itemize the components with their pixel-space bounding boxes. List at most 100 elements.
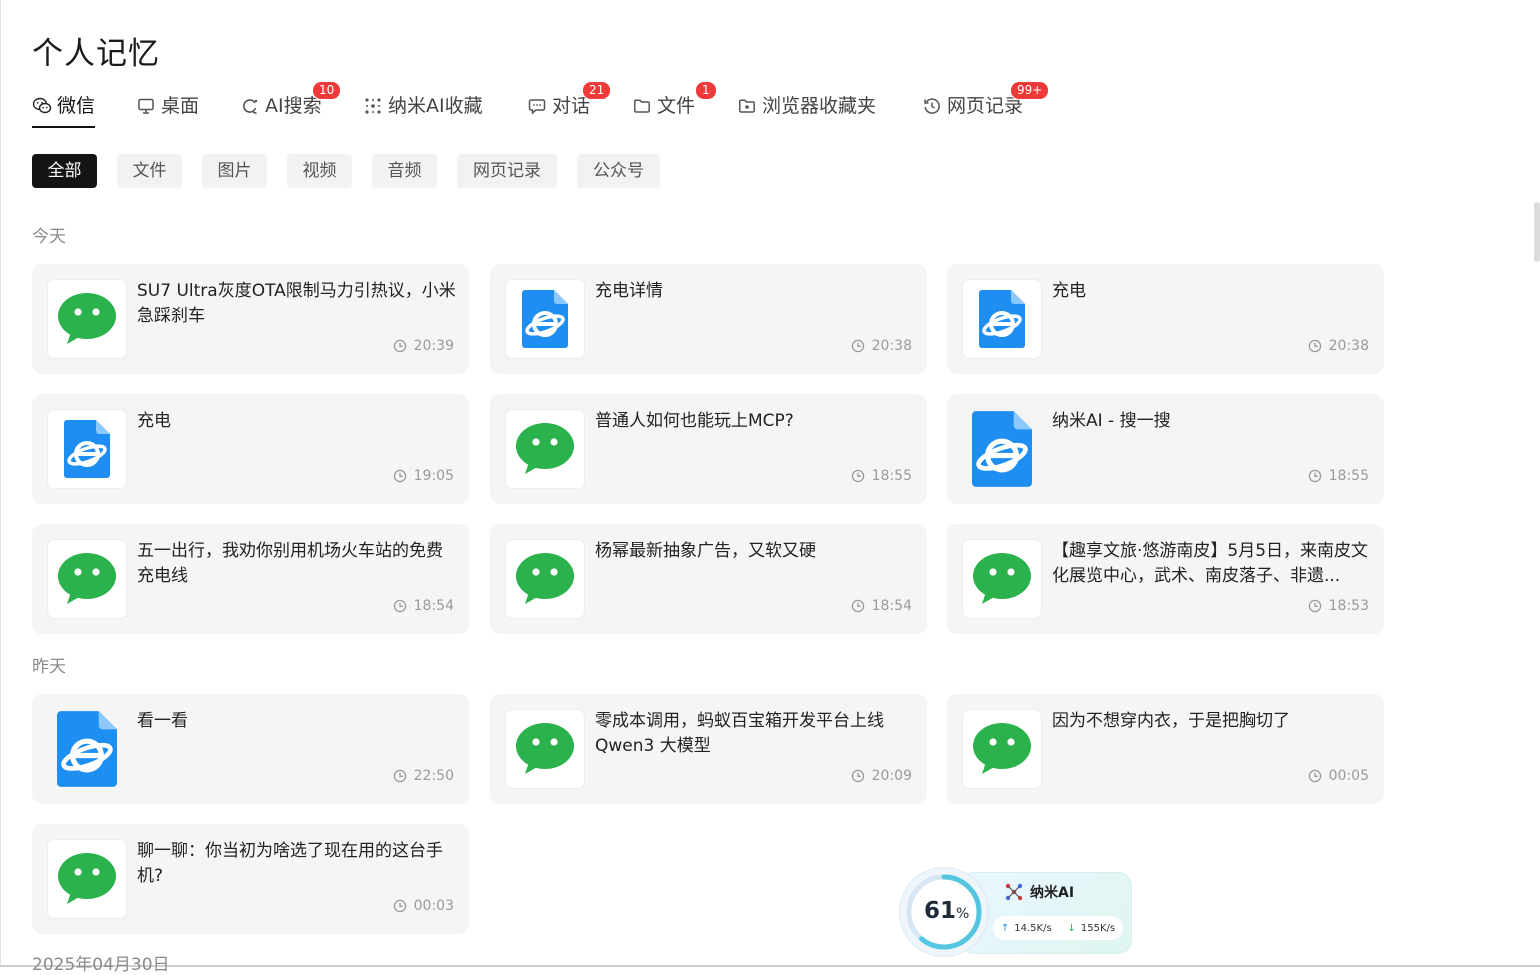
tab-ai-search[interactable]: AI搜索 — [240, 92, 322, 130]
tab-label: 文件 — [657, 95, 696, 117]
tab-wechat[interactable]: 微信 — [32, 92, 96, 130]
filter-chip[interactable]: 图片 — [202, 154, 267, 188]
card-thumbnail — [47, 839, 127, 919]
clock-icon — [1308, 469, 1329, 483]
card-thumbnail — [962, 279, 1042, 359]
card-time-value: 00:03 — [413, 898, 454, 914]
card-title: 纳米AI - 搜一搜 — [1052, 411, 1171, 431]
card-timestamp: 20:38 — [1308, 338, 1369, 354]
tab-history[interactable]: 网页记录 — [922, 92, 1023, 130]
memory-card[interactable]: 充电 19:05 — [32, 394, 469, 504]
clock-icon — [393, 469, 414, 483]
card-thumbnail — [505, 409, 585, 489]
network-speed: ↑ 14.5K/s ↓ 155K/s — [993, 916, 1123, 940]
memory-card[interactable]: 聊一聊：你当初为啥选了现在用的这台手机? 00:03 — [32, 824, 469, 934]
memory-card[interactable]: 纳米AI - 搜一搜 18:55 — [947, 394, 1384, 504]
ai-search-icon — [240, 96, 260, 116]
browser-logo-icon — [522, 290, 568, 348]
card-timestamp: 00:05 — [1308, 768, 1369, 784]
card-title: 充电 — [137, 411, 171, 431]
card-time-value: 18:54 — [413, 598, 454, 614]
card-thumbnail — [962, 539, 1042, 619]
card-timestamp: 18:53 — [1308, 598, 1369, 614]
card-time-value: 18:54 — [871, 598, 912, 614]
clock-icon — [1308, 599, 1329, 613]
upload-speed: ↑ 14.5K/s — [1001, 923, 1052, 934]
filter-chip[interactable]: 全部 — [32, 154, 97, 188]
nano-ai-float-widget[interactable]: 61% 纳米AI ↑ 14.5K/s ↓ 155K/s — [900, 868, 1132, 958]
monitor-icon — [136, 96, 156, 116]
memory-card[interactable]: 看一看 22:50 — [32, 694, 469, 804]
clock-icon — [1308, 339, 1329, 353]
tab-label: 桌面 — [161, 95, 200, 117]
card-thumbnail — [47, 709, 127, 789]
card-thumbnail — [962, 709, 1042, 789]
scrollbar-thumb[interactable] — [1534, 202, 1540, 262]
progress-ring: 61% — [900, 868, 988, 956]
clock-icon — [393, 769, 414, 783]
wechat-logo-icon — [515, 422, 575, 476]
card-thumbnail — [505, 709, 585, 789]
memory-card[interactable]: 零成本调用，蚂蚁百宝箱开发平台上线Qwen3 大模型 20:09 — [490, 694, 927, 804]
folder-icon — [632, 96, 652, 116]
card-timestamp: 20:39 — [393, 338, 454, 354]
wechat-logo-icon — [972, 722, 1032, 776]
wechat-icon — [32, 96, 52, 116]
memory-card[interactable]: 因为不想穿内衣，于是把胸切了 00:05 — [947, 694, 1384, 804]
card-title: 充电 — [1052, 281, 1086, 301]
filter-chip[interactable]: 文件 — [117, 154, 182, 188]
tab-chat[interactable]: 对话 — [527, 92, 590, 130]
card-title: 五一出行，我劝你别用机场火车站的免费充电线 — [137, 541, 443, 586]
card-time-value: 20:09 — [871, 768, 912, 784]
memory-card[interactable]: 充电详情 20:38 — [490, 264, 927, 374]
memory-card[interactable]: 普通人如何也能玩上MCP? 18:55 — [490, 394, 927, 504]
wechat-logo-icon — [57, 292, 117, 346]
card-thumbnail — [505, 539, 585, 619]
card-title: 杨幂最新抽象广告，又软又硬 — [595, 541, 816, 561]
wechat-logo-icon — [972, 552, 1032, 606]
card-thumbnail — [47, 409, 127, 489]
wechat-logo-icon — [515, 722, 575, 776]
card-thumbnail — [505, 279, 585, 359]
tab-folder[interactable]: 文件 — [632, 92, 695, 130]
card-timestamp: 18:54 — [851, 598, 912, 614]
browser-logo-icon — [57, 711, 117, 787]
memory-card[interactable]: 充电 20:38 — [947, 264, 1384, 374]
tab-nano-ai[interactable]: 纳米AI收藏 — [363, 92, 483, 130]
browser-logo-icon — [979, 290, 1025, 348]
memory-card[interactable]: SU7 Ultra灰度OTA限制马力引热议，小米急踩刹车 20:39 — [32, 264, 469, 374]
card-title: 【趣享文旅·悠游南皮】5月5日，来南皮文化展览中心，武术、南皮落子、非遗... — [1052, 541, 1369, 586]
card-time-value: 18:55 — [1328, 468, 1369, 484]
card-timestamp: 22:50 — [393, 768, 454, 784]
wechat-logo-icon — [515, 552, 575, 606]
upload-speed-value: 14.5K/s — [1014, 922, 1052, 934]
memory-card[interactable]: 五一出行，我劝你别用机场火车站的免费充电线 18:54 — [32, 524, 469, 634]
card-timestamp: 19:05 — [393, 468, 454, 484]
card-timestamp: 18:54 — [393, 598, 454, 614]
card-timestamp: 20:38 — [851, 338, 912, 354]
card-title: SU7 Ultra灰度OTA限制马力引热议，小米急踩刹车 — [137, 281, 456, 326]
card-thumbnail — [47, 279, 127, 359]
percent-value: 61 — [924, 898, 957, 924]
card-title: 普通人如何也能玩上MCP? — [595, 411, 794, 431]
clock-icon — [393, 339, 414, 353]
filter-chip[interactable]: 公众号 — [577, 154, 660, 188]
filter-chip[interactable]: 网页记录 — [457, 154, 557, 188]
section-date-label: 昨天 — [32, 657, 66, 677]
memory-card[interactable]: 【趣享文旅·悠游南皮】5月5日，来南皮文化展览中心，武术、南皮落子、非遗... 1… — [947, 524, 1384, 634]
card-timestamp: 18:55 — [1308, 468, 1369, 484]
download-speed: ↓ 155K/s — [1067, 923, 1115, 934]
tab-badge: 99+ — [1010, 81, 1050, 100]
filter-chip[interactable]: 视频 — [287, 154, 352, 188]
tab-monitor[interactable]: 桌面 — [136, 92, 199, 130]
browser-logo-icon — [972, 411, 1032, 487]
clock-icon — [393, 599, 414, 613]
widget-brand-label: 纳米AI — [1030, 885, 1075, 901]
card-timestamp: 00:03 — [393, 898, 454, 914]
left-border — [0, 0, 1, 967]
filter-chip[interactable]: 音频 — [372, 154, 437, 188]
tab-bookmark-folder[interactable]: 浏览器收藏夹 — [737, 92, 876, 130]
card-time-value: 20:38 — [1328, 338, 1369, 354]
memory-card[interactable]: 杨幂最新抽象广告，又软又硬 18:54 — [490, 524, 927, 634]
card-title: 充电详情 — [595, 281, 663, 301]
